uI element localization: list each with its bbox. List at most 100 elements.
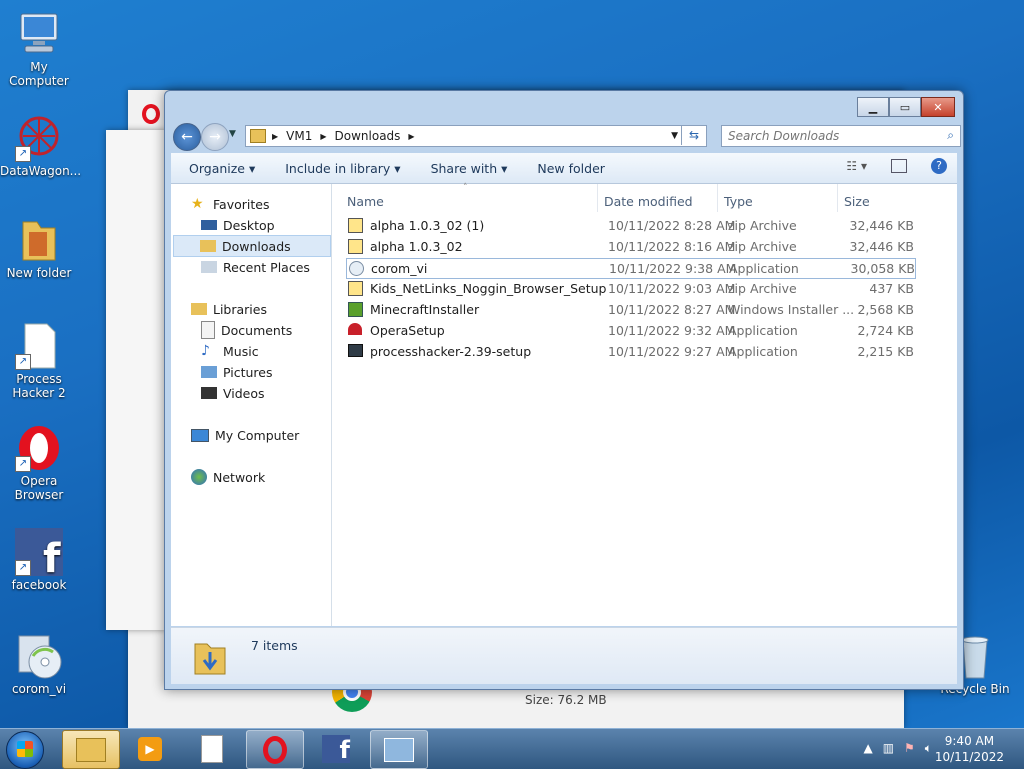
title-bar[interactable]: ▁ ▭ ✕ xyxy=(165,91,963,119)
taskbar: ▶ f ▲ ▥ ⚑ 🔈︎ 9:40 AM 10/11/2022 xyxy=(0,728,1024,769)
file-date: 10/11/2022 9:27 AM xyxy=(608,344,736,359)
nav-music[interactable]: ♪ Music xyxy=(201,341,357,361)
nav-my-computer[interactable]: My Computer xyxy=(191,425,347,445)
shortcut-arrow-icon: ↗ xyxy=(15,456,31,472)
desktop-icon-process-hacker[interactable]: ↗ Process Hacker 2 xyxy=(0,322,78,400)
svg-text:f: f xyxy=(43,536,61,576)
maximize-button[interactable]: ▭ xyxy=(889,97,921,117)
shortcut-arrow-icon: ↗ xyxy=(15,560,31,576)
desktop-icon-new-folder[interactable]: New folder xyxy=(0,216,78,280)
file-date: 10/11/2022 8:16 AM xyxy=(608,239,736,254)
column-header-size[interactable]: Size xyxy=(844,190,914,212)
refresh-button[interactable]: ⇆ xyxy=(681,125,706,145)
file-row[interactable]: processhacker-2.39-setup 10/11/2022 9:27… xyxy=(346,342,914,361)
new-folder-button[interactable]: New folder xyxy=(537,161,605,176)
file-row[interactable]: Kids_NetLinks_Noggin_Browser_Setup 10/11… xyxy=(346,279,914,298)
zip-archive-icon xyxy=(348,218,363,233)
taskbar-explorer[interactable] xyxy=(62,730,120,769)
star-icon: ★ xyxy=(191,196,204,212)
nav-favorites[interactable]: ★ Favorites xyxy=(191,194,347,214)
taskbar-facebook[interactable]: f xyxy=(308,730,364,767)
file-name: alpha 1.0.3_02 xyxy=(370,239,463,254)
maximize-icon: ▭ xyxy=(899,100,911,114)
file-size: 2,215 KB xyxy=(857,344,914,359)
desktop-icon-label: DataWagon... xyxy=(0,164,82,178)
file-name: corom_vi xyxy=(371,261,428,276)
document-icon: ↗ xyxy=(15,322,63,370)
organize-menu[interactable]: Organize ▾ xyxy=(189,161,255,176)
address-row: ← → ▼ ▶ VM1 ▶ Downloads ▶ ▼ ⇆ ⌕ xyxy=(173,123,961,151)
refresh-icon: ⇆ xyxy=(688,128,700,142)
taskbar-opera[interactable] xyxy=(246,730,304,769)
action-center-icon[interactable]: ⚑ xyxy=(904,741,915,756)
content-area: ★ Favorites Desktop Downloads Recent Plac… xyxy=(171,183,957,626)
close-icon: ✕ xyxy=(933,100,943,114)
column-header-date-modified[interactable]: Date modified xyxy=(604,190,714,212)
taskbar-clock[interactable]: 9:40 AM 10/11/2022 xyxy=(935,733,1004,765)
include-in-library-menu[interactable]: Include in library ▾ xyxy=(285,161,400,176)
nav-documents[interactable]: Documents xyxy=(201,320,357,340)
breadcrumb-downloads[interactable]: Downloads xyxy=(335,129,401,143)
opera-icon xyxy=(263,735,287,764)
address-dropdown-icon[interactable]: ▼ xyxy=(671,131,678,141)
taskbar-media-player[interactable]: ▶ xyxy=(122,730,178,767)
desktop-icon-label: facebook xyxy=(11,578,67,592)
search-box[interactable]: ⌕ xyxy=(721,125,961,147)
system-tray: ▲ ▥ ⚑ 🔈︎ xyxy=(863,741,932,756)
file-row[interactable]: alpha 1.0.3_02 10/11/2022 8:16 AM zip Ar… xyxy=(346,237,914,256)
background-window-2[interactable] xyxy=(106,130,166,630)
breadcrumb-arrow-icon[interactable]: ▶ xyxy=(408,132,414,141)
nav-network[interactable]: Network xyxy=(191,467,347,487)
preview-pane-icon[interactable] xyxy=(891,159,907,173)
search-icon[interactable]: ⌕ xyxy=(947,128,954,143)
breadcrumb-arrow-icon[interactable]: ▶ xyxy=(320,132,326,141)
file-row[interactable]: MinecraftInstaller 10/11/2022 8:27 AM Wi… xyxy=(346,300,914,319)
search-input[interactable] xyxy=(722,126,930,146)
forward-button[interactable]: → xyxy=(201,123,229,151)
zip-archive-icon xyxy=(348,239,363,254)
desktop-icon-label: corom_vi xyxy=(11,682,67,696)
file-date: 10/11/2022 9:03 AM xyxy=(608,281,736,296)
close-button[interactable]: ✕ xyxy=(921,97,955,117)
desktop-icon-label: New folder xyxy=(6,266,72,280)
file-row[interactable]: alpha 1.0.3_02 (1) 10/11/2022 8:28 AM zi… xyxy=(346,216,914,235)
nav-downloads[interactable]: Downloads xyxy=(173,235,331,257)
breadcrumb-vm1[interactable]: VM1 xyxy=(286,129,312,143)
address-bar[interactable]: ▶ VM1 ▶ Downloads ▶ ▼ xyxy=(245,125,707,147)
desktop-icon-opera[interactable]: ↗ Opera Browser xyxy=(0,424,78,502)
breadcrumb-arrow-icon[interactable]: ▶ xyxy=(272,132,278,141)
details-pane: 7 items xyxy=(171,627,957,684)
network-tray-icon[interactable]: ▥ xyxy=(883,741,894,756)
desktop-icon-my-computer[interactable]: My Computer xyxy=(0,10,78,88)
help-icon[interactable]: ? xyxy=(931,158,947,174)
nav-desktop[interactable]: Desktop xyxy=(201,215,357,235)
file-row-selected[interactable]: corom_vi 10/11/2022 9:38 AM Application … xyxy=(346,258,916,279)
back-button[interactable]: ← xyxy=(173,123,201,151)
view-options-button[interactable]: ☷ ▾ xyxy=(846,159,867,173)
column-header-name[interactable]: Name xyxy=(347,190,597,212)
taskbar-remote-desktop[interactable] xyxy=(370,730,428,769)
nav-videos[interactable]: Videos xyxy=(201,383,357,403)
column-header-type[interactable]: Type xyxy=(724,190,834,212)
desktop-icon-corom-vi[interactable]: corom_vi xyxy=(0,632,78,696)
desktop-icon-datawagon[interactable]: ↗ DataWagon... xyxy=(0,114,82,178)
back-arrow-icon: ← xyxy=(181,129,193,145)
volume-icon[interactable]: 🔈︎ xyxy=(925,741,932,756)
nav-recent-places[interactable]: Recent Places xyxy=(201,257,357,277)
file-row[interactable]: OperaSetup 10/11/2022 9:32 AM Applicatio… xyxy=(346,321,914,340)
file-list: Name ˄ Date modified Type Size alpha 1.0… xyxy=(341,183,957,626)
show-hidden-icons-button[interactable]: ▲ xyxy=(863,741,872,756)
start-button[interactable] xyxy=(6,731,44,769)
desktop-icon-label: Opera Browser xyxy=(14,474,64,502)
recent-pages-dropdown[interactable]: ▼ xyxy=(229,129,236,139)
minimize-button[interactable]: ▁ xyxy=(857,97,889,117)
desktop-icon-facebook[interactable]: f ↗ facebook xyxy=(0,528,78,592)
remote-desktop-icon xyxy=(384,737,414,762)
nav-libraries[interactable]: Libraries xyxy=(191,299,347,319)
nav-pictures[interactable]: Pictures xyxy=(201,362,357,382)
taskbar-document[interactable] xyxy=(184,730,240,767)
share-with-menu[interactable]: Share with ▾ xyxy=(431,161,508,176)
file-name: alpha 1.0.3_02 (1) xyxy=(370,218,485,233)
explorer-window[interactable]: ▁ ▭ ✕ ← → ▼ ▶ VM1 ▶ Downloads ▶ ▼ ⇆ ⌕ Or… xyxy=(164,90,964,690)
file-date: 10/11/2022 8:27 AM xyxy=(608,302,736,317)
